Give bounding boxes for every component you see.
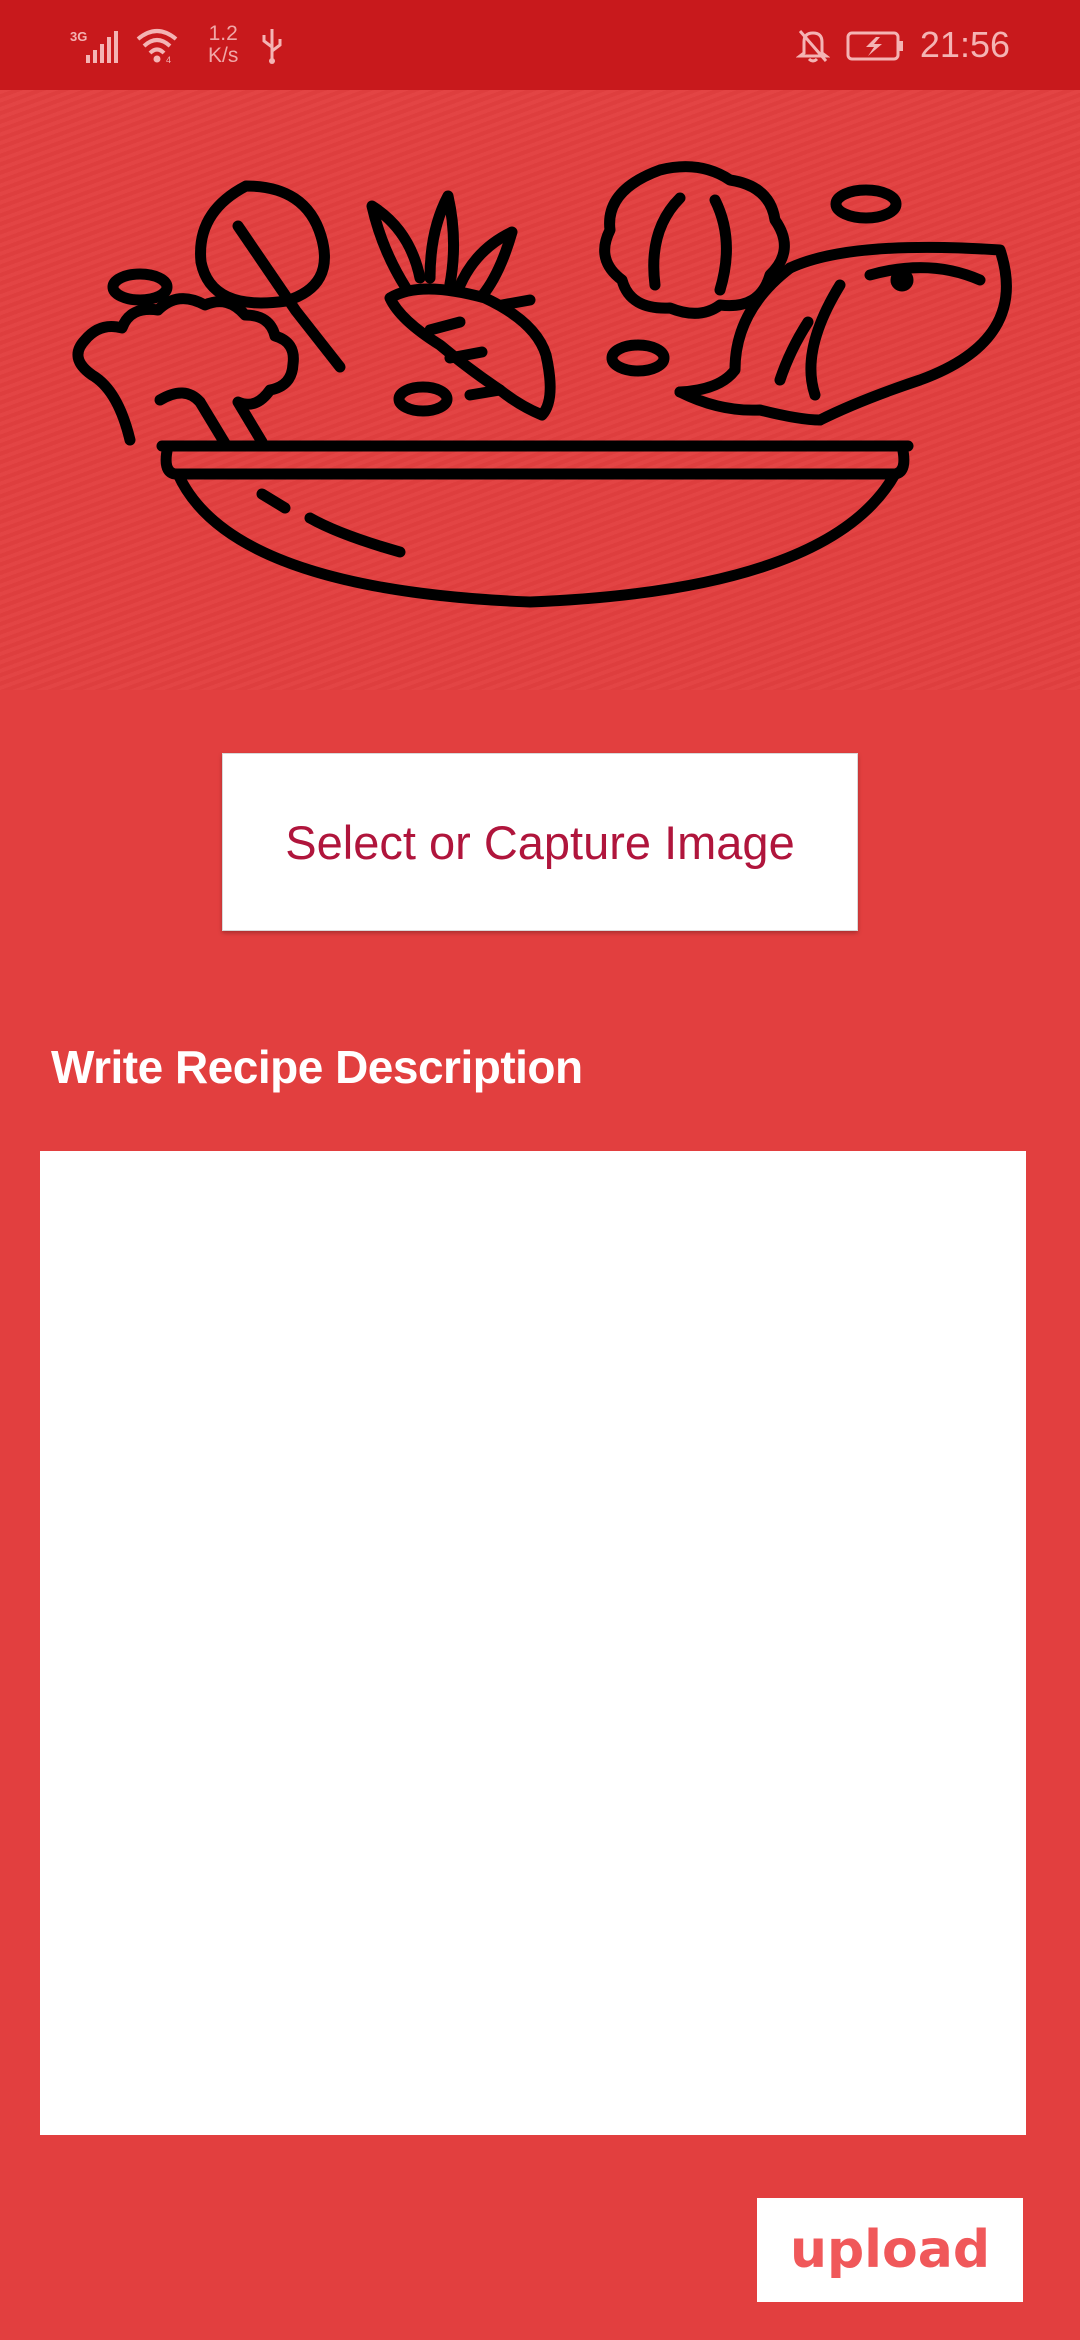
status-bar: 3G 4 1.2 K/s 21:56: [0, 0, 1080, 90]
select-or-capture-image-button[interactable]: Select or Capture Image: [222, 753, 858, 931]
status-right-group: 21:56: [795, 0, 1010, 90]
network-speed: 1.2 K/s: [208, 23, 238, 67]
speed-value: 1.2: [208, 22, 238, 45]
svg-text:4: 4: [166, 55, 171, 65]
battery-charging-icon: [846, 25, 906, 65]
mute-bell-icon: [795, 25, 830, 65]
usb-icon: [260, 25, 284, 65]
status-left-group: 3G 4 1.2 K/s: [68, 0, 284, 90]
hero-illustration: [0, 90, 1080, 690]
wifi-icon: 4: [134, 25, 180, 65]
clock: 21:56: [919, 24, 1010, 65]
upload-button[interactable]: upload: [757, 2198, 1023, 2302]
recipe-description-label: Write Recipe Description: [51, 1041, 583, 1093]
salad-bowl-icon: [72, 161, 1012, 608]
recipe-description-input[interactable]: [40, 1151, 1026, 2135]
signal-icon: 3G: [68, 25, 124, 65]
network-type-label: 3G: [70, 29, 87, 44]
speed-unit: K/s: [208, 44, 239, 67]
